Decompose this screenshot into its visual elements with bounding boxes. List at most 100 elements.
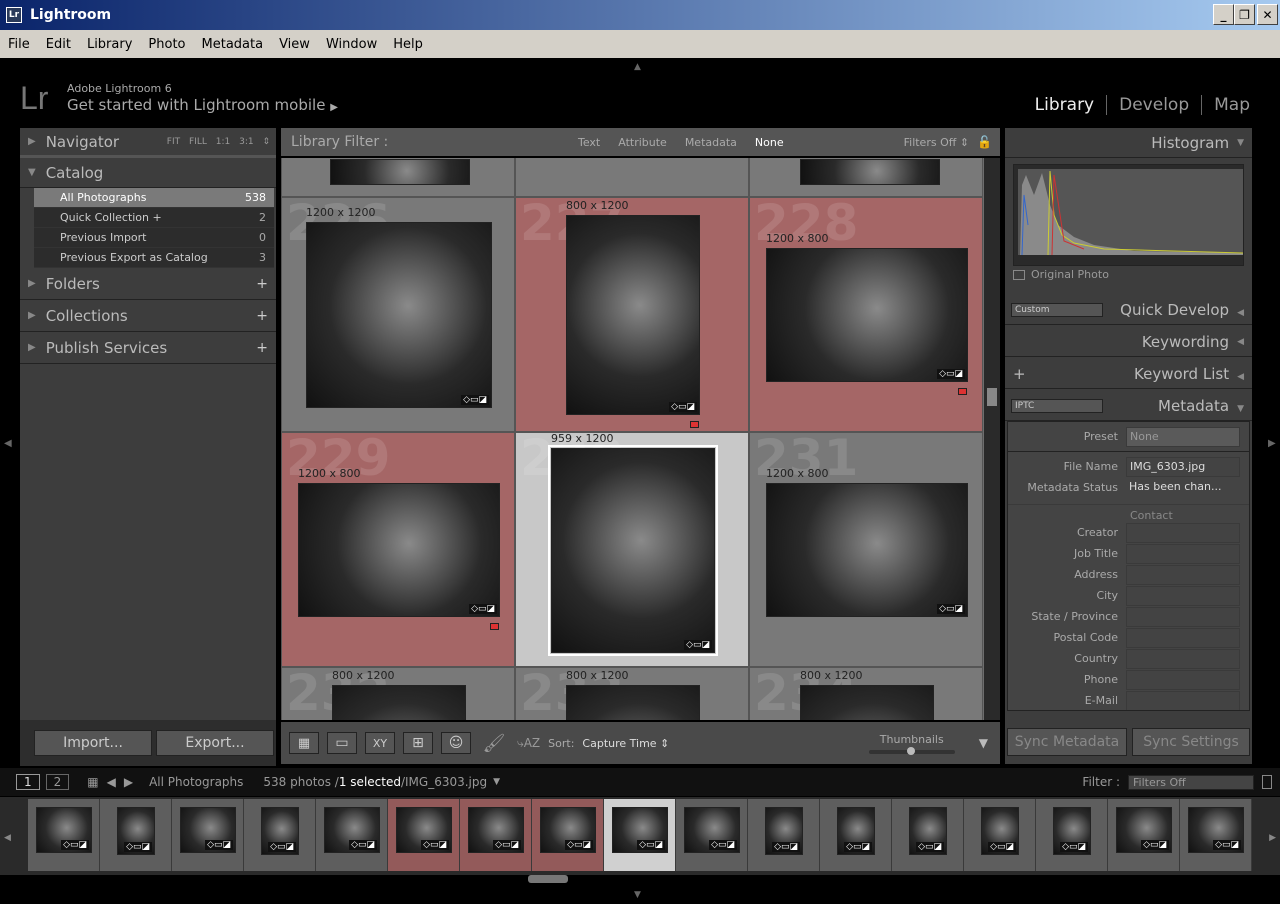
filter-text[interactable]: Text xyxy=(578,136,600,149)
filter-lock-icon[interactable] xyxy=(1262,775,1272,789)
add-icon[interactable]: + xyxy=(256,308,268,324)
field-input[interactable] xyxy=(1126,627,1240,648)
filmstrip-thumbnail[interactable]: ◇▭◪ xyxy=(604,799,676,871)
export-button[interactable]: Export... xyxy=(156,730,274,756)
filmstrip-scrollbar[interactable] xyxy=(528,875,568,883)
folders-header[interactable]: ▶ Folders + xyxy=(20,268,276,300)
survey-view-icon[interactable]: ⊞ xyxy=(403,732,433,754)
publish-services-header[interactable]: ▶ Publish Services + xyxy=(20,332,276,364)
module-map[interactable]: Map xyxy=(1201,95,1262,115)
quick-develop-header[interactable]: Custom Quick Develop ◀ xyxy=(1005,295,1252,325)
filter-metadata[interactable]: Metadata xyxy=(685,136,737,149)
zoom-fit[interactable]: FIT xyxy=(167,137,180,147)
zoom-options[interactable]: FIT FILL 1:1 3:1 ⇕ xyxy=(167,137,270,147)
filmstrip-source[interactable]: All Photographs xyxy=(149,775,243,789)
module-library[interactable]: Library xyxy=(1023,95,1106,115)
keyword-list-header[interactable]: + Keyword List ◀ xyxy=(1005,359,1252,389)
field-input[interactable] xyxy=(1126,648,1240,669)
catalog-item-previous-import[interactable]: Previous Import 0 xyxy=(34,228,274,248)
grid-cell[interactable]: 227 800 x 1200 ◇▭◪ xyxy=(515,194,749,432)
field-input[interactable] xyxy=(1126,543,1240,564)
grid-cell[interactable]: 230 959 x 1200 ◇▭◪ xyxy=(515,429,749,667)
thumbnail-slider[interactable]: Thumbnails xyxy=(868,733,955,755)
zoom-fill[interactable]: FILL xyxy=(189,137,207,147)
menu-help[interactable]: Help xyxy=(385,37,431,52)
toolbar-menu-icon[interactable]: ▼ xyxy=(979,736,988,750)
preset-select[interactable]: None xyxy=(1126,426,1240,447)
add-icon[interactable]: + xyxy=(256,276,268,292)
module-develop[interactable]: Develop xyxy=(1106,95,1201,115)
filmstrip-thumbnail[interactable]: ◇▭◪ xyxy=(100,799,172,871)
catalog-item-all-photographs[interactable]: All Photographs 538 xyxy=(34,188,274,208)
menu-edit[interactable]: Edit xyxy=(38,37,79,52)
filmstrip-thumbnail[interactable]: ◇▭◪ xyxy=(676,799,748,871)
compare-view-icon[interactable]: XY xyxy=(365,732,395,754)
add-keyword-icon[interactable]: + xyxy=(1013,365,1026,383)
field-input[interactable] xyxy=(1126,585,1240,606)
menu-library[interactable]: Library xyxy=(79,37,140,52)
filmstrip-thumbnail[interactable]: ◇▭◪ xyxy=(28,799,100,871)
navigator-header[interactable]: ▶ Navigator FIT FILL 1:1 3:1 ⇕ xyxy=(20,128,276,158)
metadata-preset-select[interactable]: IPTC xyxy=(1011,398,1103,413)
filmstrip-thumbnail[interactable]: ◇▭◪ xyxy=(748,799,820,871)
menu-view[interactable]: View xyxy=(271,37,318,52)
add-icon[interactable]: + xyxy=(256,340,268,356)
field-input[interactable] xyxy=(1126,690,1240,710)
back-arrow-icon[interactable]: ◀ xyxy=(107,775,116,789)
menu-window[interactable]: Window xyxy=(318,37,385,52)
collapse-top-icon[interactable]: ▲ xyxy=(634,62,641,72)
filter-none[interactable]: None xyxy=(755,136,784,149)
grid-icon[interactable]: ▦ xyxy=(87,775,98,789)
sync-settings-button[interactable]: Sync Settings xyxy=(1132,728,1250,756)
people-view-icon[interactable]: ☺ xyxy=(441,732,471,754)
zoom-1-1[interactable]: 1:1 xyxy=(216,137,230,147)
grid-cell[interactable]: 234 800 x 1200 ◇▭◪ xyxy=(749,664,983,720)
filmstrip-thumbnail[interactable]: ◇▭◪ xyxy=(316,799,388,871)
menu-photo[interactable]: Photo xyxy=(140,37,193,52)
mobile-link[interactable]: Get started with Lightroom mobile ▶ xyxy=(67,96,338,114)
loupe-view-icon[interactable]: ▭ xyxy=(327,732,357,754)
forward-arrow-icon[interactable]: ▶ xyxy=(124,775,133,789)
original-photo-toggle[interactable]: Original Photo xyxy=(1013,268,1244,281)
file-name-field[interactable]: IMG_6303.jpg xyxy=(1126,456,1240,477)
restore-button[interactable]: ❐ xyxy=(1234,4,1255,25)
filmstrip-thumbnail[interactable]: ◇▭◪ xyxy=(388,799,460,871)
metadata-header[interactable]: IPTC Metadata ▼ xyxy=(1005,391,1252,421)
sync-metadata-button[interactable]: Sync Metadata xyxy=(1007,728,1127,756)
field-input[interactable] xyxy=(1126,669,1240,690)
filmstrip-thumbnail[interactable]: ◇▭◪ xyxy=(172,799,244,871)
sort-select[interactable]: Capture Time ⇕ xyxy=(582,737,669,750)
histogram-header[interactable]: Histogram ▼ xyxy=(1005,128,1252,158)
scroll-left-icon[interactable]: ◀ xyxy=(4,833,11,843)
keywording-header[interactable]: Keywording ◀ xyxy=(1005,327,1252,357)
window-1-button[interactable]: 1 xyxy=(16,774,40,790)
filmstrip-thumbnail[interactable]: ◇▭◪ xyxy=(892,799,964,871)
filmstrip-thumbnail[interactable]: ◇▭◪ xyxy=(964,799,1036,871)
grid-cell[interactable]: 226 1200 x 1200 ◇▭◪ xyxy=(281,194,515,432)
menu-metadata[interactable]: Metadata xyxy=(194,37,272,52)
scroll-thumb[interactable] xyxy=(987,388,997,406)
grid-cell[interactable] xyxy=(515,158,749,197)
field-input[interactable] xyxy=(1126,522,1240,543)
grid-scrollbar[interactable] xyxy=(984,158,1000,720)
filmstrip-thumbnail[interactable]: ◇▭◪ xyxy=(1180,799,1252,871)
left-panel-toggle-icon[interactable]: ◀ xyxy=(4,438,12,449)
filter-attribute[interactable]: Attribute xyxy=(618,136,667,149)
filmstrip-filter-select[interactable]: Filters Off xyxy=(1128,774,1254,790)
filmstrip-thumbnail[interactable]: ◇▭◪ xyxy=(460,799,532,871)
grid-cell[interactable]: 232 800 x 1200 ◇▭◪ xyxy=(281,664,515,720)
catalog-item-previous-export[interactable]: Previous Export as Catalog 3 xyxy=(34,248,274,268)
field-input[interactable] xyxy=(1126,564,1240,585)
filmstrip-thumbnail[interactable]: ◇▭◪ xyxy=(244,799,316,871)
checkbox[interactable] xyxy=(1013,269,1025,280)
painter-icon[interactable]: 🖌 xyxy=(479,733,509,754)
scroll-right-icon[interactable]: ▶ xyxy=(1269,833,1276,843)
lock-icon[interactable]: 🔓 xyxy=(977,135,992,149)
collapse-bottom-icon[interactable]: ▼ xyxy=(634,890,641,900)
catalog-header[interactable]: ▼ Catalog xyxy=(20,158,276,188)
qd-preset-select[interactable]: Custom xyxy=(1011,302,1103,317)
filmstrip-thumbnail[interactable]: ◇▭◪ xyxy=(1036,799,1108,871)
filmstrip-thumbnail[interactable]: ◇▭◪ xyxy=(532,799,604,871)
close-button[interactable]: ✕ xyxy=(1257,4,1278,25)
grid-cell[interactable]: 233 800 x 1200 ◇▭◪ xyxy=(515,664,749,720)
